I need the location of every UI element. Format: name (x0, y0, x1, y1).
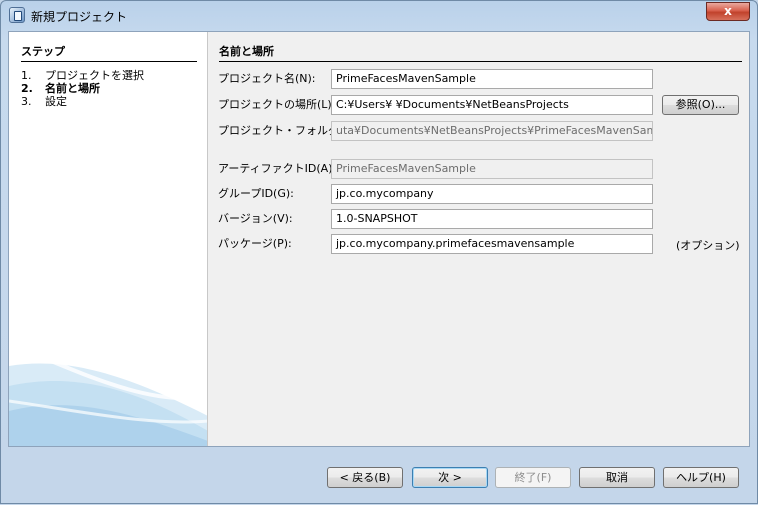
project-name-label: プロジェクト名(N): (218, 72, 316, 85)
finish-button: 終了(F) (495, 467, 571, 488)
steps-pane: ステップ 1. プロジェクトを選択 2. 名前と場所 3. 設定 (9, 32, 208, 446)
step-item-settings: 3. 設定 (21, 95, 144, 108)
section-title: 名前と場所 (219, 43, 742, 62)
decorative-swoosh (9, 356, 207, 446)
back-button[interactable]: < 戻る(B) (327, 467, 403, 488)
steps-list: 1. プロジェクトを選択 2. 名前と場所 3. 設定 (21, 69, 144, 108)
netbeans-app-icon (9, 7, 25, 23)
next-button[interactable]: 次 > (412, 467, 488, 488)
new-project-dialog: 新規プロジェクト x ステップ 1. プロジェクトを選択 2. 名前と場所 3. 設定 (0, 0, 758, 504)
step-label: 設定 (45, 95, 67, 108)
form-pane: 名前と場所 プロジェクト名(N): PrimeFacesMavenSample … (208, 32, 749, 446)
artifact-id-label: アーティファクトID(A): (218, 162, 337, 175)
step-number: 3. (21, 95, 32, 108)
group-id-label: グループID(G): (218, 187, 294, 200)
version-input[interactable]: 1.0-SNAPSHOT (331, 209, 653, 229)
project-folder-input: uta¥Documents¥NetBeansProjects¥PrimeFace… (331, 121, 653, 141)
steps-header: ステップ (21, 43, 197, 62)
package-input[interactable]: jp.co.mycompany.primefacesmavensample (331, 234, 653, 254)
close-button[interactable]: x (706, 2, 750, 21)
step-item-select-project: 1. プロジェクトを選択 (21, 69, 144, 82)
project-name-input[interactable]: PrimeFacesMavenSample (331, 69, 653, 89)
step-number: 1. (21, 69, 32, 82)
step-item-name-location: 2. 名前と場所 (21, 82, 144, 95)
browse-button[interactable]: 参照(O)... (662, 95, 739, 115)
cancel-button[interactable]: 取消 (579, 467, 655, 488)
help-button[interactable]: ヘルプ(H) (663, 467, 739, 488)
button-bar: < 戻る(B) 次 > 終了(F) 取消 ヘルプ(H) (1, 447, 757, 505)
step-label: 名前と場所 (45, 82, 100, 95)
step-number: 2. (21, 82, 33, 95)
project-location-input[interactable]: C:¥Users¥ ¥Documents¥NetBeansProjects (331, 95, 653, 115)
version-label: バージョン(V): (218, 212, 293, 225)
artifact-id-input: PrimeFacesMavenSample (331, 159, 653, 179)
group-id-input[interactable]: jp.co.mycompany (331, 184, 653, 204)
project-location-label: プロジェクトの場所(L): (218, 98, 336, 111)
wizard-content: ステップ 1. プロジェクトを選択 2. 名前と場所 3. 設定 名前と場所 プ… (8, 31, 750, 447)
optional-note: (オプション) (676, 239, 740, 252)
package-label: パッケージ(P): (218, 237, 292, 250)
window-title: 新規プロジェクト (31, 10, 128, 24)
title-bar: 新規プロジェクト x (1, 1, 757, 31)
step-label: プロジェクトを選択 (45, 69, 144, 82)
